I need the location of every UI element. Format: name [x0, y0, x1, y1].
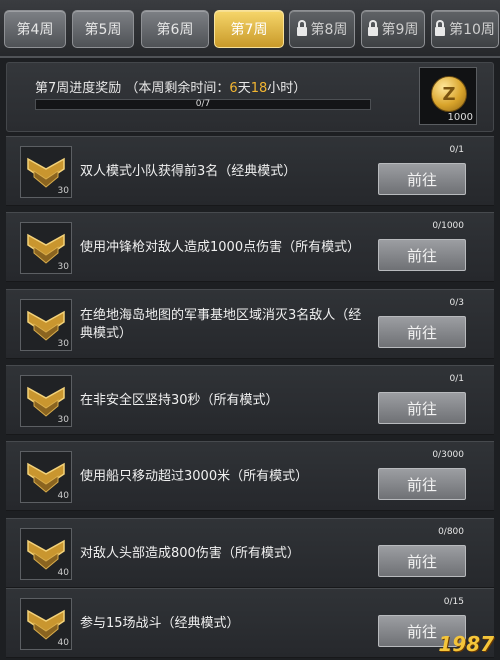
week-progress-header: 第7周进度奖励 （本周剩余时间：6天18小时） 0/7 Z 1000: [6, 62, 494, 132]
progress-reward[interactable]: Z 1000: [419, 67, 477, 125]
lock-icon: [367, 19, 378, 36]
tab-label: 第7周: [230, 22, 268, 38]
reward-quantity: 1000: [447, 112, 473, 123]
badge-value: 30: [57, 339, 69, 349]
task-progress-count: 0/1: [449, 374, 464, 384]
task-row: 40 对敌人头部造成800伤害（所有模式） 0/800 前往: [6, 518, 494, 588]
coin-icon: Z: [431, 76, 467, 112]
site-watermark: 1987: [438, 632, 494, 656]
badge-value: 40: [57, 638, 69, 648]
go-button[interactable]: 前往: [378, 392, 466, 424]
tab-label: 第8周: [310, 22, 348, 38]
tab-week-9[interactable]: 第9周: [361, 10, 425, 48]
badge-value: 30: [57, 186, 69, 196]
rank-badge: 30: [20, 222, 72, 274]
task-progress-count: 0/15: [443, 597, 464, 607]
progress-text: 0/7: [195, 99, 211, 109]
tab-week-7[interactable]: 第7周: [214, 10, 284, 48]
tab-week-10[interactable]: 第10周: [431, 10, 499, 48]
go-button[interactable]: 前往: [378, 468, 466, 500]
go-button[interactable]: 前往: [378, 545, 466, 577]
tab-week-5[interactable]: 第5周: [72, 10, 134, 48]
task-description: 对敌人头部造成800伤害（所有模式）: [80, 546, 300, 561]
task-progress-count: 0/3000: [432, 450, 464, 460]
remaining-hours: 18: [250, 81, 268, 96]
badge-value: 40: [57, 491, 69, 501]
go-button[interactable]: 前往: [378, 163, 466, 195]
rank-badge: 30: [20, 375, 72, 427]
task-progress-count: 0/800: [438, 527, 464, 537]
rank-badge: 40: [20, 598, 72, 650]
tab-label: 第5周: [84, 22, 122, 38]
tab-week-4[interactable]: 第4周: [4, 10, 66, 48]
task-progress-count: 0/1: [449, 145, 464, 155]
task-row: 40 参与15场战斗（经典模式） 0/15 前往: [6, 588, 494, 658]
progress-title: 第7周进度奖励 （本周剩余时间：6天18小时）: [35, 81, 307, 96]
task-row: 30 双人模式小队获得前3名（经典模式） 0/1 前往: [6, 136, 494, 206]
week-tab-bar: 第4周 第5周 第6周 第7周 第8周 第9周 第10周: [0, 0, 500, 58]
task-row: 30 使用冲锋枪对敌人造成1000点伤害（所有模式） 0/1000 前往: [6, 212, 494, 282]
tab-label: 第10周: [449, 22, 495, 38]
task-description: 参与15场战斗（经典模式）: [80, 616, 240, 631]
task-row: 40 使用船只移动超过3000米（所有模式） 0/3000 前往: [6, 441, 494, 511]
tab-label: 第6周: [156, 22, 194, 38]
go-button[interactable]: 前往: [378, 239, 466, 271]
badge-value: 40: [57, 568, 69, 578]
tab-week-6[interactable]: 第6周: [141, 10, 209, 48]
tab-label: 第4周: [16, 22, 54, 38]
rank-badge: 30: [20, 299, 72, 351]
badge-value: 30: [57, 262, 69, 272]
task-description: 在非安全区坚持30秒（所有模式）: [80, 393, 279, 408]
task-row: 30 在绝地海岛地图的军事基地区域消灭3名敌人（经典模式） 0/3 前往: [6, 289, 494, 359]
remaining-days: 6: [229, 81, 238, 96]
task-description: 使用船只移动超过3000米（所有模式）: [80, 469, 309, 484]
lock-icon: [435, 19, 446, 36]
tab-label: 第9周: [381, 22, 419, 38]
lock-icon: [296, 19, 307, 36]
tab-week-8[interactable]: 第8周: [289, 10, 355, 48]
rank-badge: 40: [20, 451, 72, 503]
task-progress-count: 0/3: [449, 298, 464, 308]
go-button[interactable]: 前往: [378, 316, 466, 348]
badge-value: 30: [57, 415, 69, 425]
task-progress-count: 0/1000: [432, 221, 464, 231]
rank-badge: 40: [20, 528, 72, 580]
task-list: 30 双人模式小队获得前3名（经典模式） 0/1 前往 30 使用冲锋枪对敌人造成1000…: [6, 132, 494, 660]
task-description: 双人模式小队获得前3名（经典模式）: [80, 164, 297, 179]
rank-badge: 30: [20, 146, 72, 198]
task-description: 使用冲锋枪对敌人造成1000点伤害（所有模式）: [80, 240, 361, 255]
task-description: 在绝地海岛地图的军事基地区域消灭3名敌人（经典模式）: [80, 308, 362, 341]
task-row: 30 在非安全区坚持30秒（所有模式） 0/1 前往: [6, 365, 494, 435]
